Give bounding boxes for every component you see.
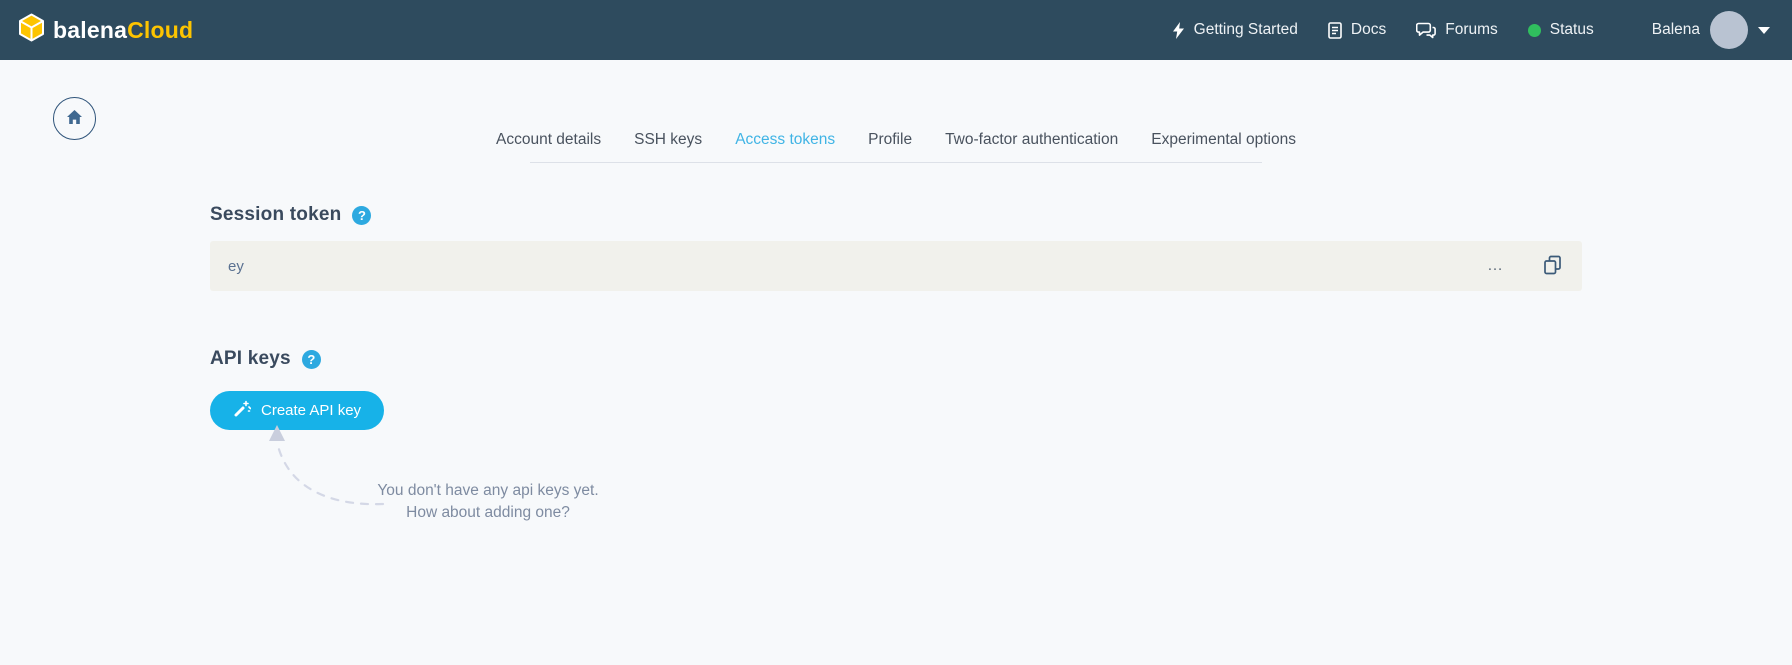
session-token-box[interactable]: ey … [210, 241, 1582, 291]
user-menu[interactable]: Balena [1652, 11, 1770, 49]
tab-access-tokens[interactable]: Access tokens [735, 131, 835, 149]
user-name: Balena [1652, 21, 1700, 39]
status-dot-icon [1528, 24, 1541, 37]
brand-logo[interactable]: balenaCloud [18, 13, 193, 47]
copy-icon [1543, 255, 1562, 278]
api-keys-heading: API keys [210, 348, 291, 370]
empty-state-message: You don't have any api keys yet. How abo… [346, 480, 630, 524]
session-token-heading: Session token [210, 204, 341, 226]
nav-getting-started[interactable]: Getting Started [1172, 21, 1298, 39]
tab-two-factor[interactable]: Two-factor authentication [945, 131, 1118, 149]
nav-docs[interactable]: Docs [1328, 21, 1386, 39]
empty-state-line2: How about adding one? [346, 502, 630, 524]
tab-experimental-options[interactable]: Experimental options [1151, 131, 1296, 149]
nav-status[interactable]: Status [1528, 21, 1594, 39]
empty-state-line1: You don't have any api keys yet. [346, 480, 630, 502]
help-icon[interactable]: ? [352, 206, 371, 225]
home-button[interactable] [53, 97, 96, 140]
help-icon[interactable]: ? [302, 350, 321, 369]
tab-bar: Account details SSH keys Access tokens P… [530, 131, 1262, 163]
chevron-down-icon [1758, 27, 1770, 34]
tab-ssh-keys[interactable]: SSH keys [634, 131, 702, 149]
tab-profile[interactable]: Profile [868, 131, 912, 149]
lightning-icon [1172, 22, 1185, 39]
document-icon [1328, 22, 1342, 39]
session-token-value: ey [228, 258, 244, 275]
chat-bubbles-icon [1416, 22, 1436, 39]
nav-forums[interactable]: Forums [1416, 21, 1498, 39]
navbar-links: Getting Started Docs Forums Status [1142, 11, 1770, 49]
avatar [1710, 11, 1748, 49]
copy-button[interactable] [1543, 255, 1562, 278]
brand-name: balenaCloud [53, 17, 193, 44]
balena-cube-icon [18, 13, 45, 47]
home-icon [66, 109, 83, 128]
token-truncated-indicator: … [1487, 257, 1505, 275]
tab-account-details[interactable]: Account details [496, 131, 601, 149]
session-token-section: Session token ? ey … [210, 204, 1582, 291]
top-navbar: balenaCloud Getting Started Docs [0, 0, 1792, 60]
